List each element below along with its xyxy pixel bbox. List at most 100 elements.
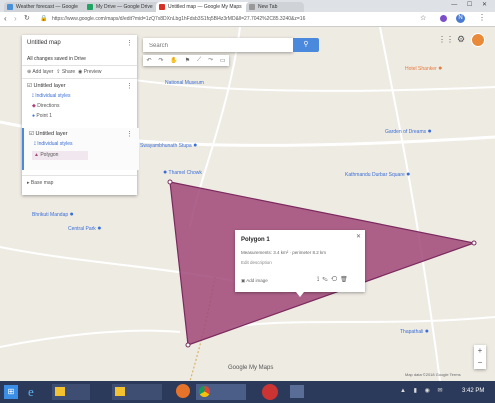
map-title[interactable]: Untitled map xyxy=(27,40,61,46)
map-place[interactable]: Kathmandu Durbar Square ● xyxy=(345,171,410,178)
media-player-icon[interactable] xyxy=(290,385,304,398)
route-icon[interactable]: ⤳ xyxy=(208,57,213,64)
tab-label: My Drive — Google Drive xyxy=(96,4,153,10)
polygon-vertex[interactable] xyxy=(471,240,477,246)
taskbar-file-explorer[interactable] xyxy=(52,384,90,400)
map-place[interactable]: National Museum xyxy=(165,80,204,86)
map-search-box[interactable] xyxy=(143,38,293,52)
individual-styles-link[interactable]: Individual styles xyxy=(35,93,70,99)
edit-pencil-icon[interactable]: ✎ xyxy=(322,277,330,283)
hand-icon[interactable]: ✋ xyxy=(170,57,177,64)
place-label: National Museum xyxy=(165,80,204,86)
account-avatar[interactable] xyxy=(471,33,485,47)
bookmark-star-icon[interactable]: ☆ xyxy=(420,14,426,22)
map-place[interactable]: Hotel Shanker ● xyxy=(405,65,442,72)
close-icon[interactable]: ✕ xyxy=(356,233,361,240)
taskbar: ⊞ e ▲ ▮ ◉ ✉ 3:42 PM xyxy=(0,381,495,403)
add-layer-icon: ⊕ xyxy=(27,69,32,75)
zoom-out-button[interactable]: − xyxy=(474,357,486,369)
individual-styles-link[interactable]: Individual styles xyxy=(37,141,72,147)
image-icon: ▣ xyxy=(241,278,246,283)
preview-button[interactable]: Preview xyxy=(84,69,102,75)
firefox-icon[interactable] xyxy=(176,384,190,398)
directions-icon[interactable]: ⟲ xyxy=(331,277,340,283)
search-input[interactable] xyxy=(147,40,291,52)
place-pin-icon: ● xyxy=(406,171,411,178)
ruler-icon[interactable]: ▭ xyxy=(220,57,226,64)
polygon-icon: ▲ xyxy=(34,152,39,158)
map-attribution[interactable]: Map data ©2018 Google Terms xyxy=(405,372,461,377)
place-pin-icon: ● xyxy=(193,142,198,149)
profile-avatar[interactable]: N xyxy=(456,14,465,23)
internet-explorer-icon[interactable]: e xyxy=(28,384,34,400)
layer-feature-selected[interactable]: ▲ Polygon xyxy=(32,151,88,160)
opera-icon[interactable] xyxy=(262,384,278,400)
taskbar-chrome[interactable] xyxy=(196,384,246,400)
line-icon[interactable]: ⟋ xyxy=(197,57,201,64)
share-button[interactable]: Share xyxy=(62,69,75,75)
reload-icon[interactable]: ↻ xyxy=(24,14,30,22)
place-pin-icon: ● xyxy=(69,211,74,218)
layer-options-icon[interactable]: ⋮ xyxy=(126,130,133,138)
tab-favicon-icon xyxy=(249,4,255,10)
redo-icon[interactable]: ↷ xyxy=(158,57,163,64)
divider xyxy=(22,175,137,176)
start-button[interactable]: ⊞ xyxy=(4,385,18,399)
taskbar-documents[interactable] xyxy=(112,384,162,400)
base-map-row[interactable]: ▸ Base map xyxy=(27,180,53,186)
add-image-button[interactable]: Add image xyxy=(246,278,268,283)
browser-tab[interactable]: Weather forecast — Google xyxy=(4,2,94,12)
system-tray[interactable]: ▲ ▮ ◉ ✉ xyxy=(400,387,446,394)
layer-name[interactable]: Untitled layer xyxy=(33,83,65,89)
style-brush-icon: ⟟ xyxy=(34,141,36,147)
map-place[interactable]: Bhrikuti Mandap ● xyxy=(32,211,74,218)
back-icon[interactable]: ‹ xyxy=(4,14,7,23)
map-options-menu-icon[interactable]: ⋮ xyxy=(126,39,133,47)
layer-item[interactable]: ☑ Untitled layer ⋮ ⟟ Individual styles ◆… xyxy=(22,80,137,124)
place-label: Kathmandu Durbar Square xyxy=(345,172,405,178)
marker-icon[interactable]: ⚑ xyxy=(185,57,190,64)
menu-icon[interactable]: ⋮ xyxy=(478,13,486,22)
layer-name[interactable]: Untitled layer xyxy=(35,131,67,137)
base-map-label: Base map xyxy=(30,180,54,186)
map-place[interactable]: Central Park ● xyxy=(68,225,101,232)
address-bar[interactable]: https://www.google.com/maps/d/edit?mid=1… xyxy=(52,15,412,24)
map-place[interactable]: Garden of Dreams ● xyxy=(385,128,432,135)
polygon-vertex[interactable] xyxy=(167,179,173,185)
place-pin-icon: ● xyxy=(163,169,168,176)
place-pin-icon: ● xyxy=(424,328,429,335)
map-place[interactable]: ● Thamel Chowk xyxy=(163,169,202,176)
browser-tab[interactable]: New Tab xyxy=(246,2,304,12)
layer-feature[interactable]: Point 1 xyxy=(36,113,52,119)
zoom-in-button[interactable]: + xyxy=(474,345,486,357)
undo-icon[interactable]: ↶ xyxy=(146,57,151,64)
browser-tab[interactable]: My Drive — Google Drive xyxy=(84,2,166,12)
map-place[interactable]: Thapathali ● xyxy=(400,328,429,335)
search-button[interactable]: ⚲ xyxy=(293,38,319,52)
popup-description[interactable]: Edit description xyxy=(241,260,272,265)
delete-icon[interactable]: 🗑 xyxy=(340,277,351,283)
forward-icon[interactable]: › xyxy=(14,14,17,23)
layer-checkbox[interactable]: ☑ xyxy=(27,83,32,89)
apps-grid-icon[interactable]: ⋮⋮ xyxy=(438,35,454,44)
layer-checkbox[interactable]: ☑ xyxy=(29,131,34,137)
layer-options-icon[interactable]: ⋮ xyxy=(126,82,133,90)
extension-icon[interactable] xyxy=(440,15,447,22)
popup-title[interactable]: Polygon 1 xyxy=(241,237,270,243)
map-place[interactable]: Swayambhunath Stupa ● xyxy=(140,142,197,149)
pin-icon: ● xyxy=(32,113,36,119)
layer-item-selected[interactable]: ☑ Untitled layer ⋮ ⟟ Individual styles ▲… xyxy=(22,128,139,170)
layer-feature-label: Polygon xyxy=(40,152,59,158)
clock[interactable]: 3:42 PM xyxy=(462,388,484,394)
place-pin-icon: ● xyxy=(427,128,432,135)
window-controls[interactable]: — ☐ ✕ xyxy=(451,1,491,8)
settings-gear-icon[interactable]: ⚙ xyxy=(457,34,465,45)
layers-panel: Untitled map All changes saved in Drive … xyxy=(22,35,139,195)
polygon-vertex[interactable] xyxy=(185,342,191,348)
map-canvas[interactable]: Hotel Shanker ● National Museum Swayambh… xyxy=(0,27,495,381)
browser-tab-active[interactable]: Untitled map — Google My Maps xyxy=(156,2,256,12)
add-layer-button[interactable]: Add layer xyxy=(32,69,53,75)
lock-icon: 🔒 xyxy=(40,16,48,22)
tab-label: Untitled map — Google My Maps xyxy=(168,4,242,10)
layer-feature[interactable]: Directions xyxy=(37,103,59,109)
